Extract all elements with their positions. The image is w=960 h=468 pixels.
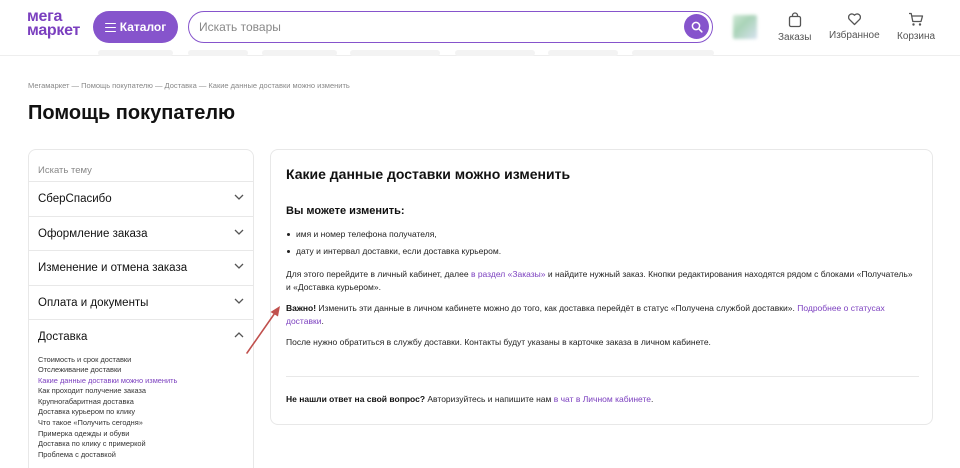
editable-fields-list: имя и номер телефона получателя, дату и … — [286, 230, 501, 264]
chat-link[interactable]: в чат в Личном кабинете — [554, 394, 651, 404]
logo-line-2: маркет — [27, 22, 81, 39]
cart-button[interactable]: Корзина — [897, 12, 935, 42]
annotation-arrow-icon — [246, 306, 280, 354]
delivery-subitems: Стоимость и срок доставки Отслеживание д… — [29, 355, 253, 461]
feedback-footer: Не нашли ответ на свой вопрос? Авторизуй… — [286, 393, 916, 406]
sidebar-category-order-placement[interactable]: Оформление заказа — [29, 217, 253, 251]
instructions-paragraph: Для этого перейдите в личный кабинет, да… — [286, 268, 916, 293]
list-item: дату и интервал доставки, если доставка … — [286, 247, 501, 256]
chevron-down-icon — [234, 229, 244, 235]
breadcrumb[interactable]: Мегамаркет — Помощь покупателю — Доставк… — [28, 81, 350, 90]
search-bar — [188, 11, 713, 43]
category-label: Доставка — [38, 331, 88, 343]
menu-icon — [104, 22, 116, 33]
paragraph-text: Изменить эти данные в личном кабинете мо… — [316, 303, 798, 313]
help-sidebar: СберСпасибо Оформление заказа Изменение … — [28, 149, 254, 468]
chevron-down-icon — [234, 194, 244, 200]
contact-paragraph: После нужно обратиться в службу доставки… — [286, 337, 711, 347]
catalog-button[interactable]: Каталог — [93, 11, 178, 43]
page-title: Помощь покупателю — [28, 102, 236, 124]
article-title: Какие данные доставки можно изменить — [286, 166, 571, 182]
sidebar-subitem[interactable]: Отслеживание доставки — [38, 365, 244, 376]
sidebar-subitem-active[interactable]: Какие данные доставки можно изменить — [38, 376, 244, 387]
search-icon — [691, 21, 703, 33]
divider — [286, 376, 919, 377]
topic-search — [29, 150, 253, 182]
chevron-down-icon — [234, 263, 244, 269]
megamarket-logo[interactable]: мега маркет — [27, 9, 81, 39]
orders-section-link[interactable]: в раздел «Заказы» — [471, 269, 546, 279]
category-label: СберСпасибо — [38, 193, 112, 205]
sidebar-subitem[interactable]: Проблема с доставкой — [38, 450, 244, 461]
sidebar-subitem[interactable]: Примерка одежды и обуви — [38, 429, 244, 440]
cart-label: Корзина — [897, 31, 936, 42]
list-item: имя и номер телефона получателя, — [286, 230, 501, 239]
sidebar-subitem[interactable]: Что такое «Получить сегодня» — [38, 418, 244, 429]
important-note: Важно! Изменить эти данные в личном каби… — [286, 302, 916, 327]
important-label: Важно! — [286, 303, 317, 313]
sidebar-subitem[interactable]: Доставка курьером по клику — [38, 407, 244, 418]
cart-icon — [909, 12, 924, 26]
favorites-button[interactable]: Избранное — [829, 12, 880, 41]
article-subtitle: Вы можете изменить: — [286, 205, 405, 217]
user-avatar[interactable] — [733, 15, 757, 39]
search-button[interactable] — [684, 14, 709, 39]
orders-label: Заказы — [778, 32, 812, 43]
paragraph-text: Авторизуйтесь и напишите нам — [425, 394, 554, 404]
paragraph-text: . — [651, 394, 654, 404]
paragraph-text: . — [321, 315, 324, 326]
sidebar-subitem[interactable]: Стоимость и срок доставки — [38, 355, 244, 366]
sidebar-subitem[interactable]: Доставка по клику с примеркой — [38, 439, 244, 450]
category-label: Изменение и отмена заказа — [38, 262, 188, 274]
favorites-label: Избранное — [829, 30, 880, 41]
sidebar-subitem[interactable]: Крупногабаритная доставка — [38, 397, 244, 408]
category-label: Оформление заказа — [38, 227, 148, 240]
category-label: Оплата и документы — [38, 296, 149, 309]
topic-search-input[interactable] — [38, 165, 244, 176]
orders-button[interactable]: Заказы — [778, 12, 811, 43]
article-card: Какие данные доставки можно изменить Вы … — [270, 149, 933, 425]
sidebar-category-sberspasibo[interactable]: СберСпасибо — [29, 182, 253, 217]
chevron-up-icon — [234, 332, 244, 338]
search-input[interactable] — [199, 19, 669, 35]
feedback-question: Не нашли ответ на свой вопрос? — [286, 394, 426, 404]
sidebar-category-payment[interactable]: Оплата и документы — [29, 286, 253, 320]
shopping-bag-icon — [788, 12, 801, 28]
paragraph-text: Для этого перейдите в личный кабинет, да… — [286, 269, 471, 279]
category-strip — [0, 50, 960, 58]
sidebar-category-delivery[interactable]: Доставка — [29, 320, 253, 355]
sidebar-category-order-change[interactable]: Изменение и отмена заказа — [29, 251, 253, 286]
catalog-label: Каталог — [119, 20, 167, 34]
top-header: мега маркет Каталог Заказы Избранное — [0, 0, 960, 56]
sidebar-subitem[interactable]: Как проходит получение заказа — [38, 386, 244, 397]
chevron-down-icon — [234, 298, 244, 304]
heart-icon — [847, 13, 861, 26]
